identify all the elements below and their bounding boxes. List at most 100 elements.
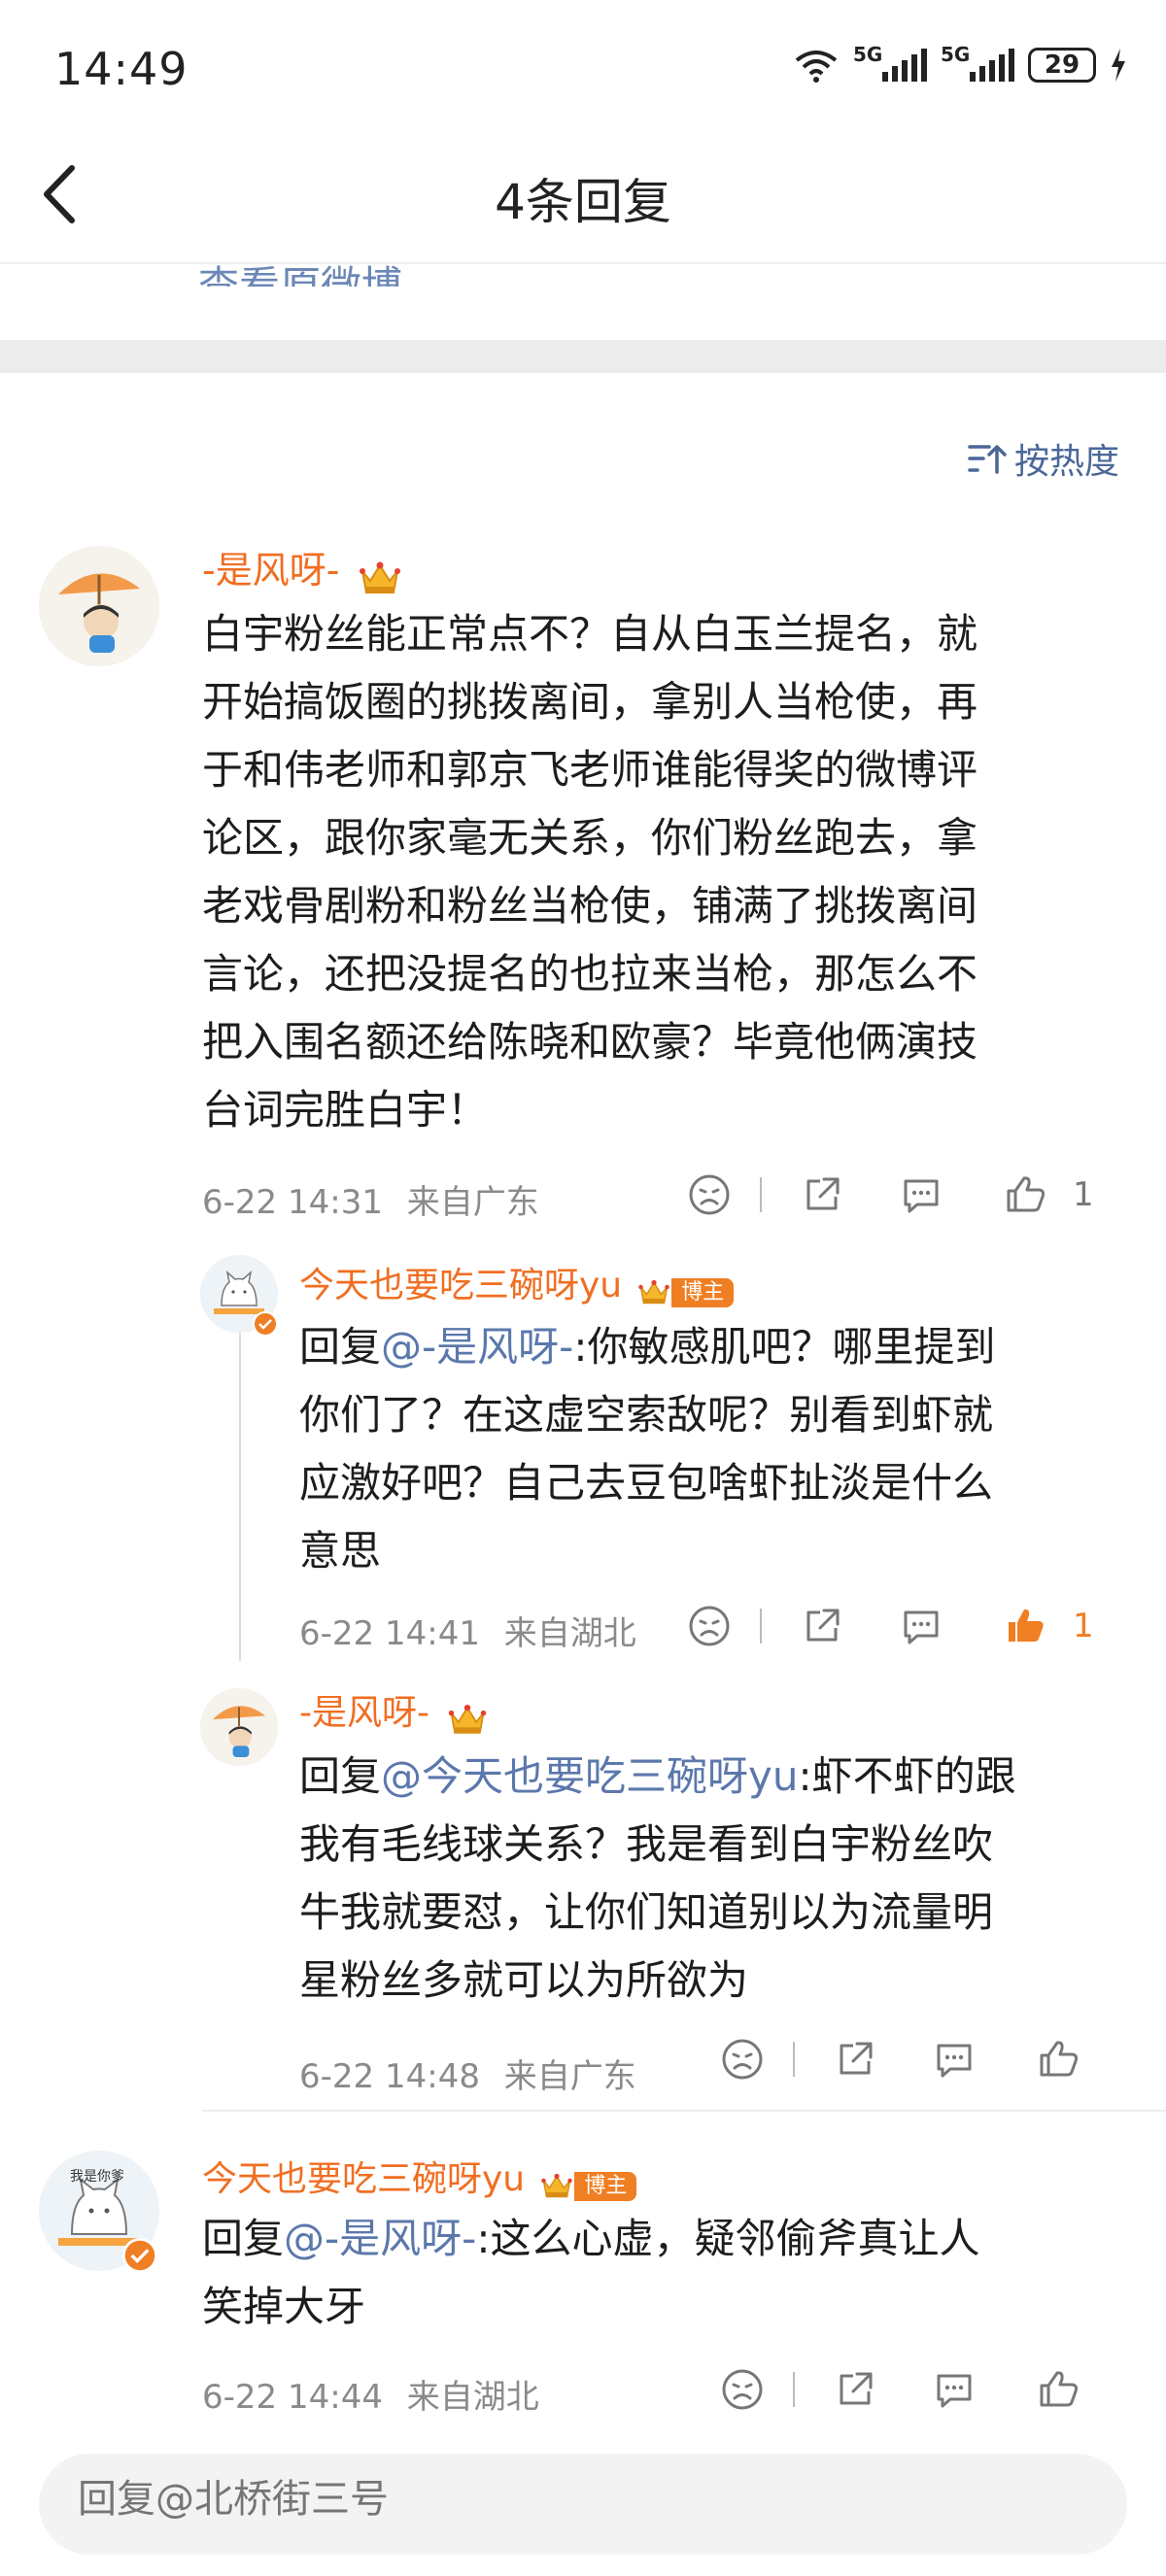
comment-header: 今天也要吃三碗呀yu 博主 bbox=[202, 2151, 637, 2204]
share-button[interactable] bbox=[832, 2366, 878, 2413]
dislike-button[interactable] bbox=[686, 1603, 733, 1649]
comment-text: 回复@-是风呀-:这么心虚，疑邻偷斧真让人 笑掉大牙 bbox=[202, 2205, 1154, 2341]
battery-level: 29 bbox=[1044, 51, 1080, 80]
share-button[interactable] bbox=[832, 2036, 878, 2083]
comment-location: 来自湖北 bbox=[406, 2378, 539, 2417]
thumbs-up-active-icon bbox=[1003, 1603, 1049, 1649]
thumbs-up-icon bbox=[1036, 2366, 1082, 2413]
comment-meta: 6-22 14:44 来自湖北 bbox=[202, 2370, 539, 2418]
comment-button[interactable] bbox=[931, 2366, 977, 2413]
mention-link[interactable]: @-是风呀- bbox=[284, 2215, 476, 2262]
comment-icon bbox=[898, 1171, 944, 1218]
verified-icon bbox=[253, 1311, 278, 1337]
comment-line: 白宇粉丝能正常点不？自从白玉兰提名，就 bbox=[202, 610, 978, 658]
comment-divider bbox=[202, 2110, 1166, 2112]
avatar[interactable] bbox=[200, 1688, 278, 1766]
reply-location: 来自湖北 bbox=[503, 1614, 636, 1653]
comment-icon bbox=[898, 1603, 944, 1649]
blogger-badge: 博主 bbox=[539, 2169, 637, 2204]
reply-header: -是风呀- bbox=[299, 1684, 489, 1742]
dislike-button[interactable] bbox=[719, 2036, 766, 2083]
header-divider bbox=[0, 262, 1166, 264]
comment-line: 于和伟老师和郭京飞老师谁能得奖的微博评 bbox=[202, 746, 978, 794]
thread-line bbox=[239, 1331, 241, 1661]
comment-line: 台词完胜白宇！ bbox=[202, 1086, 489, 1134]
mention-link[interactable]: @今天也要吃三碗呀yu bbox=[381, 1752, 798, 1800]
signal-label-1: 5G bbox=[853, 43, 883, 66]
comment-header: -是风呀- bbox=[202, 540, 403, 602]
comment-line: 我有毛线球关系？我是看到白宇粉丝吹 bbox=[299, 1820, 994, 1868]
reply-time: 6-22 14:41 bbox=[299, 1614, 480, 1653]
comment-meta: 6-22 14:31 来自广东 bbox=[202, 1175, 539, 1223]
comment-icon bbox=[931, 2036, 977, 2083]
comment-time: 6-22 14:44 bbox=[202, 2378, 383, 2417]
reply-text-segment: :虾不虾的跟 bbox=[798, 1752, 1016, 1800]
comment-button[interactable] bbox=[898, 1171, 944, 1218]
share-button[interactable] bbox=[799, 1171, 845, 1218]
reply-meta: 6-22 14:41 来自湖北 bbox=[299, 1607, 636, 1654]
mention-link[interactable]: @-是风呀- bbox=[381, 1323, 573, 1371]
comment-line: 回复@-是风呀-:你敏感肌吧？哪里提到 bbox=[299, 1313, 1145, 1381]
sad-face-icon bbox=[686, 1603, 733, 1649]
cell-signal-1-icon: 5G bbox=[853, 43, 927, 82]
username[interactable]: 今天也要吃三碗呀yu bbox=[299, 1266, 622, 1305]
sort-toggle[interactable]: 按热度 bbox=[968, 433, 1119, 484]
avatar-girl-umbrella-icon bbox=[39, 546, 159, 666]
share-icon bbox=[799, 1171, 845, 1218]
sad-face-icon bbox=[719, 2036, 766, 2083]
comment-text: 白宇粉丝能正常点不？自从白玉兰提名，就 开始搞饭圈的挑拨离间，拿别人当枪使，再 … bbox=[202, 600, 1154, 1144]
avatar-girl-umbrella-icon bbox=[200, 1688, 278, 1766]
comment-button[interactable] bbox=[898, 1603, 944, 1649]
share-icon bbox=[799, 1603, 845, 1649]
charging-icon bbox=[1112, 49, 1125, 82]
action-divider bbox=[760, 1609, 762, 1644]
like-count: 1 bbox=[1073, 1607, 1094, 1645]
username[interactable]: 今天也要吃三碗呀yu bbox=[202, 2159, 525, 2199]
action-divider bbox=[793, 2042, 795, 2077]
like-button[interactable]: 1 bbox=[1003, 1171, 1094, 1218]
battery-icon: 29 bbox=[1028, 48, 1096, 83]
comment-time: 6-22 14:31 bbox=[202, 1183, 383, 1222]
comment-icon bbox=[931, 2366, 977, 2413]
reply-text: 回复@今天也要吃三碗呀yu:虾不虾的跟 我有毛线球关系？我是看到白宇粉丝吹 牛我… bbox=[299, 1743, 1145, 2015]
comment-line: 回复@-是风呀-:这么心虚，疑邻偷斧真让人 bbox=[202, 2205, 1154, 2273]
thumbs-up-icon bbox=[1036, 2036, 1082, 2083]
comment-line: 开始搞饭圈的挑拨离间，拿别人当枪使，再 bbox=[202, 678, 978, 726]
dislike-button[interactable] bbox=[719, 2366, 766, 2413]
comment-actions bbox=[719, 2366, 1082, 2413]
reply-time: 6-22 14:48 bbox=[299, 2057, 480, 2096]
view-original-link[interactable]: 查看原微博 bbox=[198, 248, 402, 287]
comment-line: 牛我就要怼，让你们知道别以为流量明 bbox=[299, 1888, 994, 1936]
page-title: 4条回复 bbox=[495, 174, 671, 230]
reply-text-segment: :这么心虚，疑邻偷斧真让人 bbox=[476, 2215, 980, 2262]
username[interactable]: -是风呀- bbox=[299, 1693, 429, 1733]
share-button[interactable] bbox=[799, 1603, 845, 1649]
reply-text: 回复@-是风呀-:你敏感肌吧？哪里提到 你们了？在这虚空索敌呢？别看到虾就 应激… bbox=[299, 1313, 1145, 1585]
reply-input[interactable] bbox=[78, 2477, 952, 2522]
comment-button[interactable] bbox=[931, 2036, 977, 2083]
reply-bar[interactable] bbox=[39, 2454, 1127, 2555]
dislike-button[interactable] bbox=[686, 1171, 733, 1218]
like-button[interactable] bbox=[1036, 2036, 1082, 2083]
avatar[interactable] bbox=[39, 546, 159, 666]
status-time: 14:49 bbox=[54, 43, 189, 95]
action-divider bbox=[793, 2372, 795, 2407]
verified-icon bbox=[122, 2238, 157, 2273]
like-button[interactable] bbox=[1036, 2366, 1082, 2413]
reply-meta: 6-22 14:48 来自广东 bbox=[299, 2050, 636, 2097]
sad-face-icon bbox=[686, 1171, 733, 1218]
comment-line: 论区，跟你家毫无关系，你们粉丝跑去，拿 bbox=[202, 814, 978, 862]
reply-actions: 1 bbox=[686, 1603, 1094, 1649]
cell-signal-2-icon: 5G bbox=[941, 43, 1014, 82]
comment-actions: 1 bbox=[686, 1171, 1094, 1218]
comment-location: 来自广东 bbox=[406, 1183, 539, 1222]
username[interactable]: -是风呀- bbox=[202, 549, 339, 592]
reply-header: 今天也要吃三碗呀yu 博主 bbox=[299, 1257, 735, 1310]
comment-line: 笑掉大牙 bbox=[202, 2283, 366, 2330]
blogger-badge: 博主 bbox=[636, 1275, 735, 1310]
comment-line: 言论，还把没提名的也拉来当枪，那怎么不 bbox=[202, 950, 978, 998]
like-button[interactable]: 1 bbox=[1003, 1603, 1094, 1649]
wifi-icon bbox=[795, 51, 838, 83]
signal-label-2: 5G bbox=[941, 43, 971, 66]
reply-actions bbox=[719, 2036, 1082, 2083]
